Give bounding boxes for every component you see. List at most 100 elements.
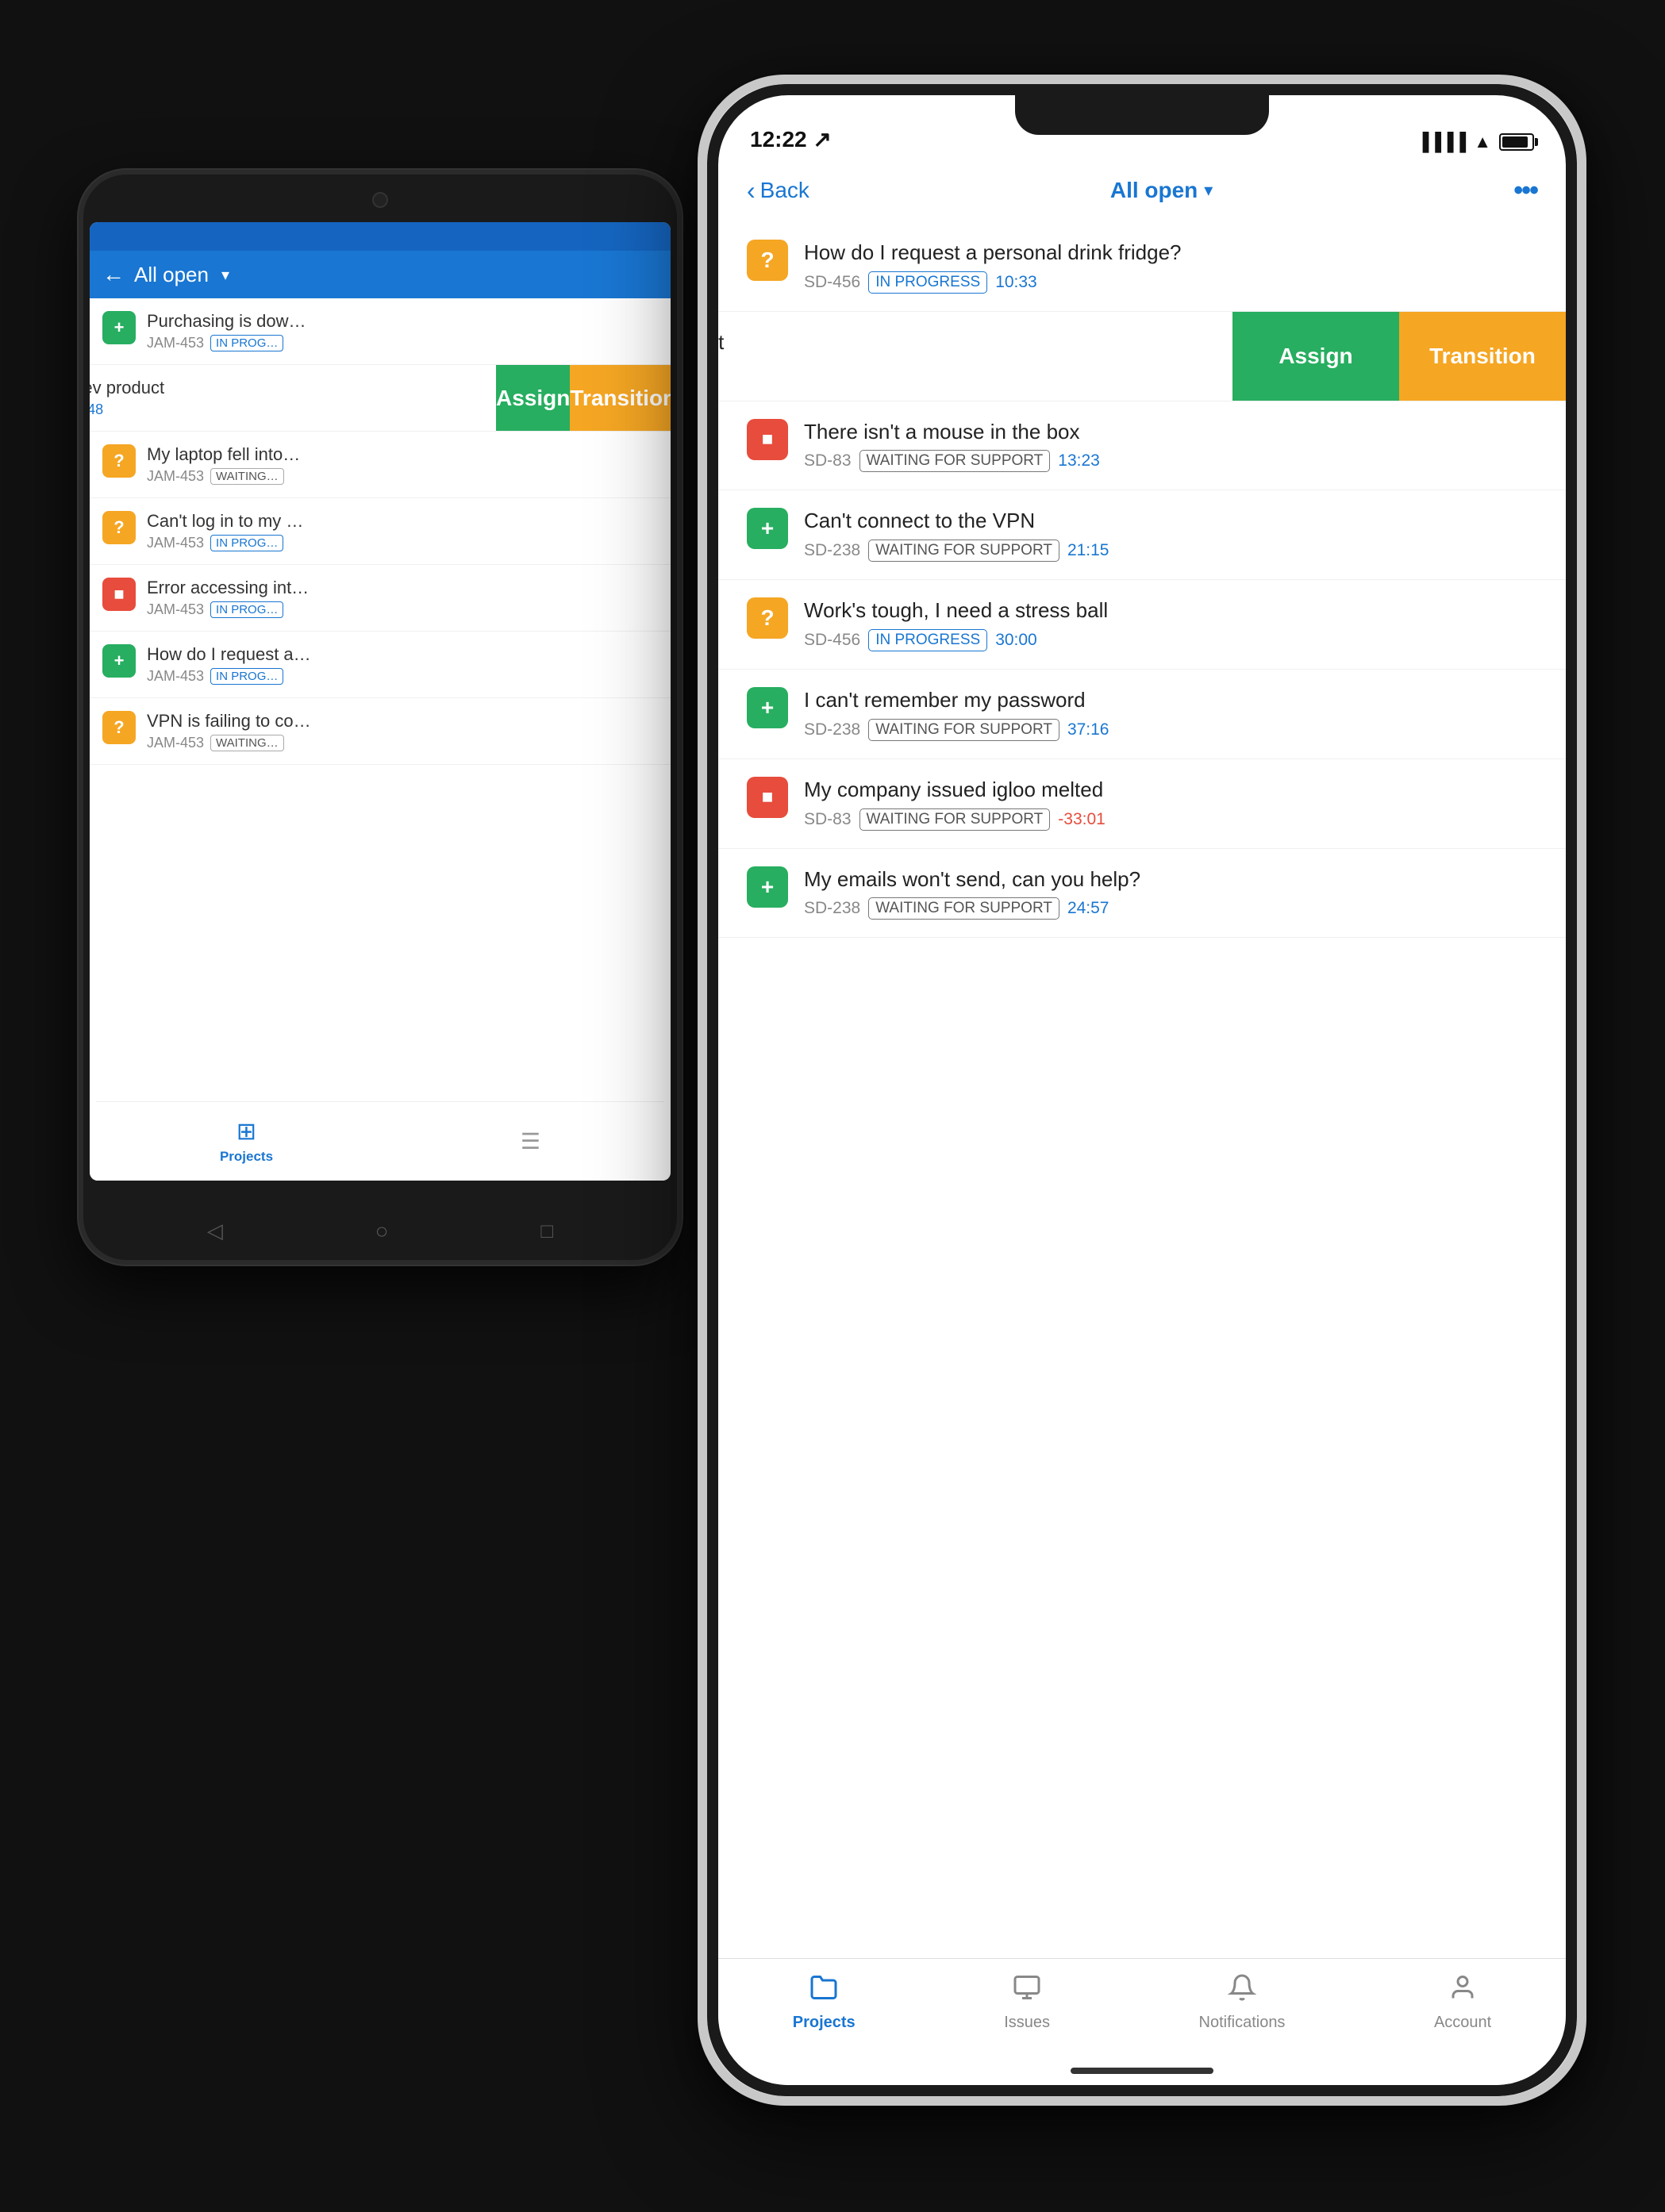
- android-transition-label[interactable]: Transition: [570, 386, 671, 411]
- ios-list-item-2[interactable]: ■ There isn't a mouse in the box SD-83 W…: [718, 401, 1566, 491]
- android-item-title-5: How do I request a…: [147, 644, 401, 665]
- ios-list-item-7[interactable]: + My emails won't send, can you help? SD…: [718, 849, 1566, 939]
- android-item-status-0: IN PROG…: [210, 335, 283, 351]
- ios-signal-icon: ▐▐▐▐: [1417, 132, 1466, 152]
- ios-tab-projects[interactable]: Projects: [793, 1973, 856, 2032]
- ios-swipe-item-content: ify our software dev product FOR SUPPORT…: [718, 329, 1204, 383]
- ios-item-icon-5: +: [747, 687, 788, 728]
- android-header-chevron[interactable]: ▾: [221, 265, 229, 285]
- android-item-icon-5: +: [102, 644, 136, 678]
- ios-item-icon-6: ■: [747, 777, 788, 818]
- ios-list-item-5[interactable]: + I can't remember my password SD-238 WA…: [718, 670, 1566, 759]
- ios-swipe-row[interactable]: ? ify our software dev product FOR SUPPO…: [718, 312, 1566, 401]
- ios-back-button[interactable]: ‹ Back: [747, 176, 809, 205]
- android-list-item-3[interactable]: ? Can't log in to my … JAM-453 IN PROG…: [90, 498, 671, 565]
- ios-item-timer-5: 37:16: [1067, 720, 1109, 739]
- android-item-id-2: JAM-453: [147, 468, 204, 485]
- android-projects-icon: ⊞: [236, 1118, 256, 1146]
- ios-phone: 12:22 ↗ ▐▐▐▐ ▲ ‹ Back: [698, 75, 1586, 2106]
- ios-mute-button[interactable]: [698, 227, 702, 267]
- android-action-transition[interactable]: Transition: [570, 365, 671, 431]
- ios-nav-title-chevron-icon: ▾: [1204, 180, 1213, 201]
- ios-projects-icon: [809, 1973, 838, 2009]
- ios-notch: [1015, 95, 1269, 135]
- android-item-id-4: JAM-453: [147, 601, 204, 618]
- ios-list-item-4[interactable]: ? Work's tough, I need a stress ball SD-…: [718, 580, 1566, 670]
- android-assign-label[interactable]: Assign: [496, 386, 570, 411]
- ios-outer-frame: 12:22 ↗ ▐▐▐▐ ▲ ‹ Back: [707, 84, 1577, 2096]
- ios-volume-down-button[interactable]: [698, 354, 702, 417]
- android-phone: ← All open ▾ + Purchasing is dow… JAM-45…: [79, 170, 682, 1265]
- android-item-id-3: JAM-453: [147, 535, 204, 551]
- ios-item-content-2: There isn't a mouse in the box SD-83 WAI…: [804, 419, 1537, 473]
- ios-back-chevron-icon: ‹: [747, 176, 756, 205]
- android-header-title: All open: [134, 263, 209, 287]
- android-back-hw[interactable]: ◁: [207, 1219, 223, 1244]
- android-item-content-0: Purchasing is dow… JAM-453 IN PROG…: [147, 311, 658, 351]
- android-item-content-3: Can't log in to my … JAM-453 IN PROG…: [147, 511, 658, 551]
- android-item-icon-3: ?: [102, 511, 136, 544]
- android-tab-projects[interactable]: ⊞ Projects: [220, 1118, 273, 1165]
- ios-item-icon-7: +: [747, 866, 788, 908]
- android-item-status-6: WAITING…: [210, 735, 284, 751]
- ios-nav-title-text: All open: [1110, 178, 1198, 203]
- android-home-hw[interactable]: ○: [375, 1219, 389, 1244]
- android-recent-hw[interactable]: □: [540, 1219, 553, 1244]
- android-camera: [372, 192, 388, 208]
- android-item-status-3: IN PROG…: [210, 535, 283, 551]
- ios-tab-account[interactable]: Account: [1434, 1973, 1491, 2032]
- android-list-item-4[interactable]: ■ Error accessing int… JAM-453 IN PROG…: [90, 565, 671, 632]
- ios-list-item-6[interactable]: ■ My company issued igloo melted SD-83 W…: [718, 759, 1566, 849]
- ios-transition-label[interactable]: Transition: [1429, 344, 1536, 369]
- ios-item-icon-3: +: [747, 508, 788, 549]
- android-list-item-6[interactable]: ? VPN is failing to co… JAM-453 WAITING…: [90, 698, 671, 765]
- android-item-title-2: My laptop fell into…: [147, 444, 401, 465]
- android-item-content-2: My laptop fell into… JAM-453 WAITING…: [147, 444, 658, 485]
- ios-back-label[interactable]: Back: [760, 178, 809, 203]
- ios-nav-title[interactable]: All open ▾: [809, 178, 1513, 203]
- android-item-content-6: VPN is failing to co… JAM-453 WAITING…: [147, 711, 658, 751]
- ios-item-meta-0: SD-456 IN PROGRESS 10:33: [804, 271, 1537, 294]
- ios-item-content-4: Work's tough, I need a stress ball SD-45…: [804, 597, 1537, 651]
- scene: ← All open ▾ + Purchasing is dow… JAM-45…: [79, 75, 1586, 2137]
- android-bottom-bar: ⊞ Projects ☰: [96, 1101, 664, 1181]
- android-tab-issues[interactable]: ☰: [521, 1128, 540, 1154]
- ios-assign-label[interactable]: Assign: [1279, 344, 1352, 369]
- android-list-item-5[interactable]: + How do I request a… JAM-453 IN PROG…: [90, 632, 671, 698]
- ios-item-timer-4: 30:00: [995, 631, 1037, 650]
- android-item-icon-4: ■: [102, 578, 136, 611]
- ios-battery-icon: [1499, 133, 1534, 151]
- ios-item-icon-0: ?: [747, 240, 788, 281]
- android-screen: ← All open ▾ + Purchasing is dow… JAM-45…: [90, 222, 671, 1181]
- android-item-icon-6: ?: [102, 711, 136, 744]
- ios-wifi-icon: ▲: [1474, 132, 1491, 152]
- ios-item-icon-4: ?: [747, 597, 788, 639]
- ios-item-timer-7: 24:57: [1067, 899, 1109, 918]
- ios-list-item-0[interactable]: ? How do I request a personal drink frid…: [718, 222, 1566, 312]
- android-item-status-2: WAITING…: [210, 468, 284, 485]
- android-list-item-2[interactable]: ? My laptop fell into… JAM-453 WAITING…: [90, 432, 671, 498]
- android-action-assign[interactable]: Assign: [496, 365, 570, 431]
- ios-home-indicator[interactable]: [1071, 2068, 1213, 2074]
- ios-time: 12:22 ↗: [750, 126, 832, 152]
- ios-more-button[interactable]: •••: [1513, 175, 1537, 206]
- ios-item-icon-2: ■: [747, 419, 788, 460]
- android-list-item-0[interactable]: + Purchasing is dow… JAM-453 IN PROG…: [90, 298, 671, 365]
- ios-item-status-5: WAITING FOR SUPPORT: [868, 719, 1059, 741]
- ios-tab-notifications[interactable]: Notifications: [1199, 1973, 1286, 2032]
- ios-volume-up-button[interactable]: [698, 275, 702, 338]
- android-swipe-item[interactable]: ? our software dev product FOR SUPPORT 0…: [90, 365, 671, 432]
- ios-item-id-3: SD-238: [804, 541, 860, 560]
- android-back-icon[interactable]: ←: [102, 262, 125, 287]
- ios-tab-issues[interactable]: Issues: [1004, 1973, 1050, 2032]
- ios-item-status-3: WAITING FOR SUPPORT: [868, 540, 1059, 562]
- ios-action-assign-button[interactable]: Assign: [1232, 312, 1399, 401]
- ios-list-item-3[interactable]: + Can't connect to the VPN SD-238 WAITIN…: [718, 490, 1566, 580]
- ios-action-transition-button[interactable]: Transition: [1399, 312, 1566, 401]
- ios-item-status-2: WAITING FOR SUPPORT: [859, 450, 1051, 472]
- ios-tab-notifications-label: Notifications: [1199, 2014, 1286, 2032]
- ios-item-status-4: IN PROGRESS: [868, 629, 987, 651]
- ios-item-timer-3: 21:15: [1067, 541, 1109, 560]
- ios-item-content-5: I can't remember my password SD-238 WAIT…: [804, 687, 1537, 741]
- ios-power-button[interactable]: [1582, 306, 1586, 386]
